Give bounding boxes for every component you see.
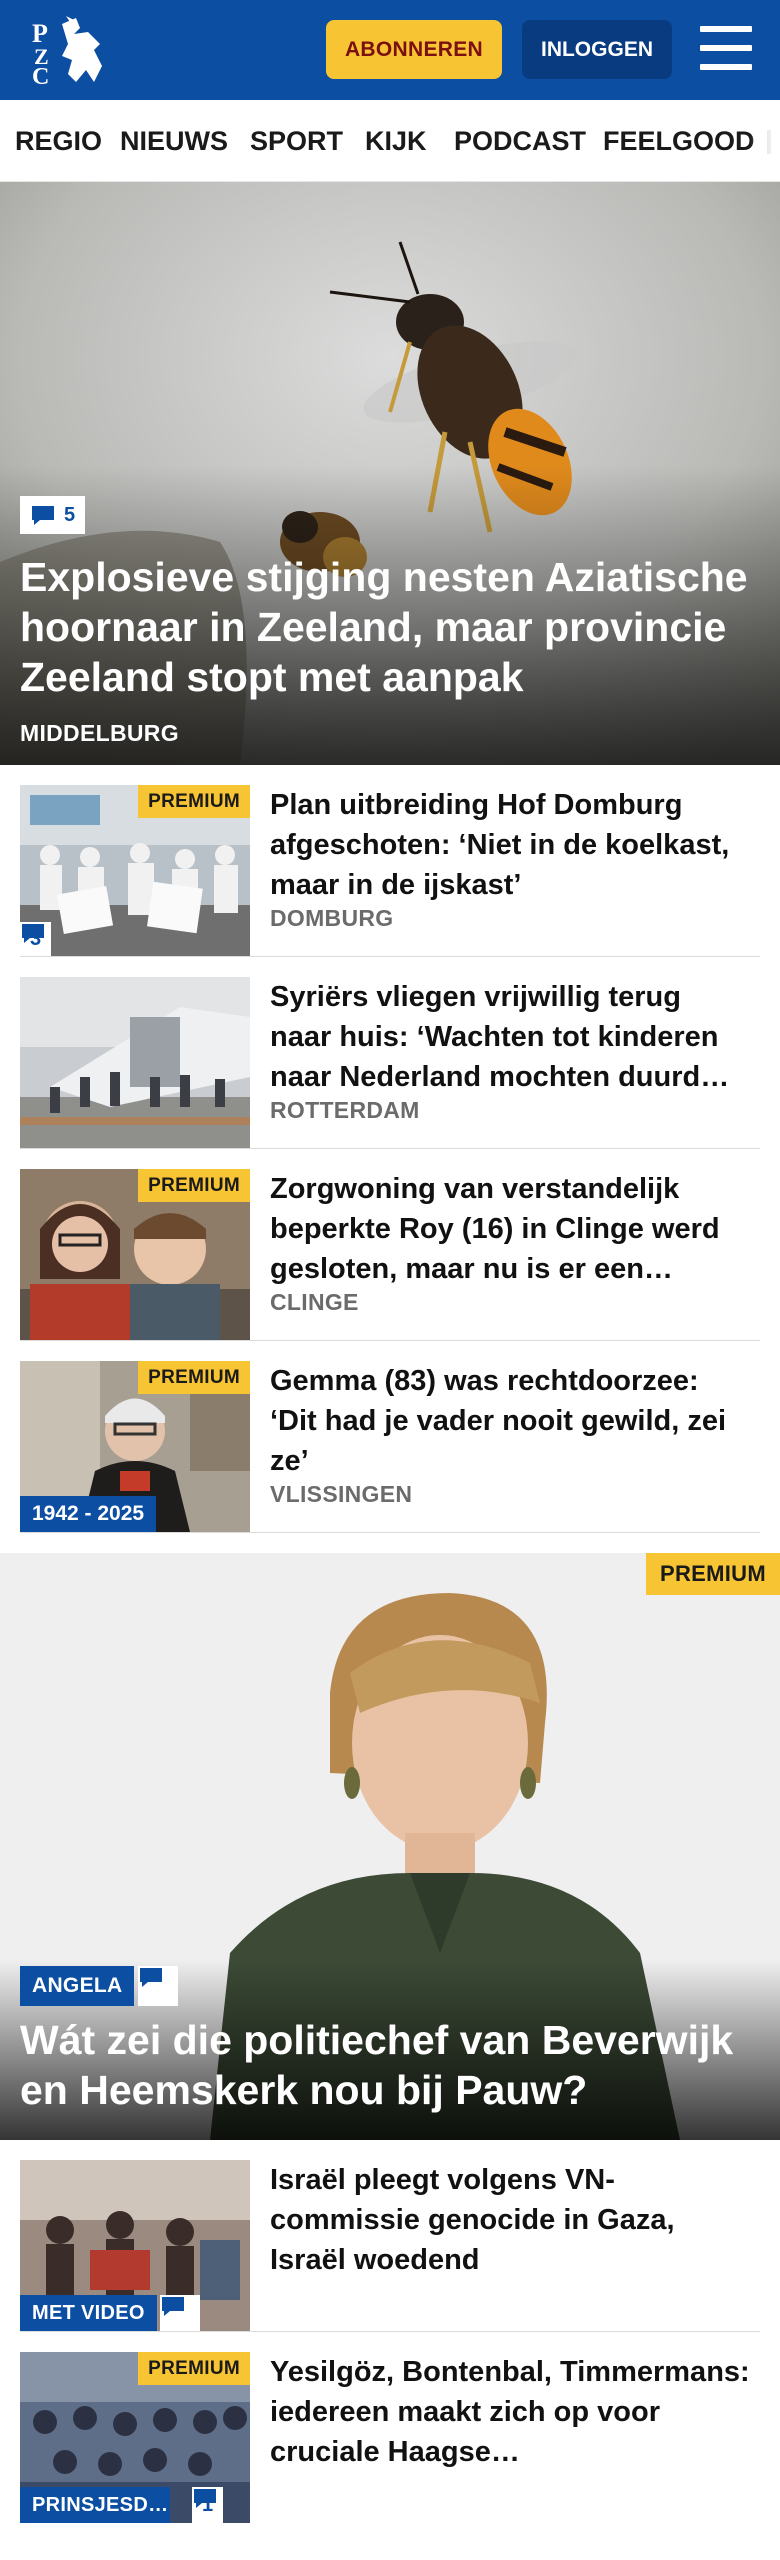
life-dates-badge: 1942 - 2025 (20, 1496, 157, 1532)
login-button[interactable]: INLOGGEN (522, 20, 672, 79)
hero-title[interactable]: Explosieve stijging nesten Aziatische ho… (20, 552, 760, 702)
feature-article[interactable]: PREMIUM ANGELA Wát zei die politiechef v… (0, 1553, 780, 2140)
video-tag[interactable]: MET VIDEO (20, 2295, 157, 2331)
article-comment-count[interactable]: 3 (20, 922, 52, 956)
comment-icon (140, 1968, 162, 1987)
article-location: ROTTERDAM (270, 1097, 420, 1123)
premium-badge: PREMIUM (138, 1169, 250, 1202)
hero-location: MIDDELBURG (20, 720, 179, 746)
article-location: VLISSINGEN (270, 1481, 413, 1507)
article-location: CLINGE (270, 1289, 359, 1315)
article-thumbnail: MET VIDEO (20, 2160, 250, 2331)
article-item[interactable]: PREMIUM PRINSJESD… 1 Yesilgöz, Bontenbal… (20, 2332, 760, 2560)
author-tag[interactable]: ANGELA (20, 1966, 135, 2006)
subscribe-button[interactable]: ABONNEREN (326, 20, 502, 79)
article-location: DOMBURG (270, 905, 394, 931)
article-item[interactable]: Syriërs vliegen vrijwillig terug naar hu… (20, 957, 760, 1149)
nav-item-feelgood[interactable]: FEELGOOD (603, 100, 755, 181)
svg-text:C: C (32, 64, 49, 86)
article-thumbnail (20, 977, 250, 1148)
article-thumbnail: PREMIUM 1942 - 2025 (20, 1361, 250, 1532)
pzc-logo[interactable]: P Z C (28, 14, 110, 90)
article-title[interactable]: Plan uitbreiding Hof Domburg afgeschoten… (270, 785, 750, 905)
premium-badge: PREMIUM (138, 785, 250, 818)
site-header: P Z C ABONNEREN INLOGGEN (0, 0, 780, 100)
article-item[interactable]: PREMIUM 3 Plan uitbreiding Hof Domburg a… (20, 765, 760, 957)
article-item[interactable]: MET VIDEO Israël pleegt volgens VN-commi… (20, 2140, 760, 2332)
article-comment-count[interactable]: 1 (192, 2487, 224, 2523)
comment-icon (194, 2489, 216, 2508)
nav-fade (750, 100, 780, 181)
nav-item-nieuws[interactable]: NIEUWS (120, 100, 228, 181)
article-item[interactable]: PREMIUM 1942 - 2025 Gemma (83) was recht… (20, 1341, 760, 1533)
premium-badge: PREMIUM (138, 1361, 250, 1394)
article-title[interactable]: Israël pleegt volgens VN-commissie genoc… (270, 2160, 750, 2280)
nav-item-sport[interactable]: SPORT (250, 100, 343, 181)
hero-comment-count[interactable]: 5 (20, 496, 86, 534)
feature-comment-button[interactable] (138, 1966, 178, 2006)
hero-article[interactable]: 5 Explosieve stijging nesten Aziatische … (0, 182, 780, 765)
nav-item-podcast[interactable]: PODCAST (454, 100, 586, 181)
article-title[interactable]: Zorgwoning van verstandelijk beperkte Ro… (270, 1169, 750, 1289)
premium-badge: PREMIUM (646, 1553, 780, 1595)
hero-comment-number: 5 (64, 503, 76, 526)
article-title[interactable]: Yesilgöz, Bontenbal, Timmermans: iederee… (270, 2352, 750, 2472)
hamburger-menu-icon[interactable] (700, 26, 752, 70)
article-title[interactable]: Syriërs vliegen vrijwillig terug naar hu… (270, 977, 750, 1097)
nav-item-kijk[interactable]: KIJK (365, 100, 427, 181)
feature-title[interactable]: Wát zei die politiechef van Beverwijk en… (20, 2015, 760, 2115)
comment-icon (22, 924, 44, 943)
comment-button[interactable] (160, 2295, 200, 2331)
premium-badge: PREMIUM (138, 2352, 250, 2385)
nav-item-regio[interactable]: REGIO (15, 100, 102, 181)
article-thumbnail: PREMIUM 3 (20, 785, 250, 956)
article-item[interactable]: PREMIUM Zorgwoning van verstandelijk bep… (20, 1149, 760, 1341)
article-title[interactable]: Gemma (83) was rechtdoorzee: ‘Dit had je… (270, 1361, 750, 1481)
topic-tag[interactable]: PRINSJESD… (20, 2487, 170, 2523)
comment-icon (162, 2297, 184, 2316)
comment-icon (32, 506, 54, 525)
article-thumbnail: PREMIUM (20, 1169, 250, 1340)
section-nav: REGIO NIEUWS SPORT KIJK PODCAST FEELGOOD (0, 100, 780, 182)
article-thumbnail: PREMIUM PRINSJESD… 1 (20, 2352, 250, 2523)
